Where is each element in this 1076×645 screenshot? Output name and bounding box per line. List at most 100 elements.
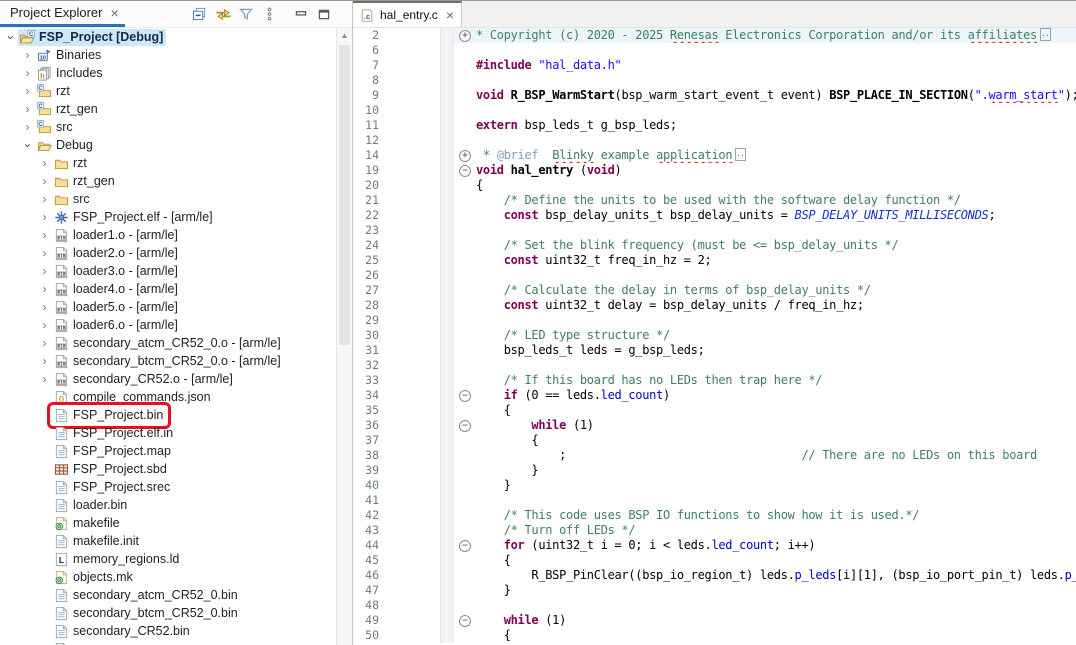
code-text[interactable] [476,73,1076,88]
code-text[interactable]: } [476,583,1076,598]
code-text[interactable] [476,103,1076,118]
filter-icon[interactable] [236,4,256,24]
code-line[interactable]: 29 [353,313,1076,328]
code-line[interactable]: 19−void hal_entry (void) [353,163,1076,178]
tree-item-loader2-o-arm-le[interactable]: ›010loader2.o - [arm/le] [0,244,336,262]
fold-collapse-icon[interactable]: − [459,165,471,177]
code-text[interactable]: { [476,403,1076,418]
tree-item-fsp-project-debug[interactable]: ›CFSP_Project [Debug] [0,28,336,46]
code-text[interactable]: const bsp_delay_units_t bsp_delay_units … [476,208,1076,223]
folded-region-icon[interactable] [735,148,746,161]
tree-item-loader4-o-arm-le[interactable]: ›010loader4.o - [arm/le] [0,280,336,298]
code-line[interactable]: 46 R_BSP_PinClear((bsp_io_region_t) leds… [353,568,1076,583]
tree-item-rzt[interactable]: ›Crzt [0,82,336,100]
tree-item-fsp-project-srec[interactable]: FSP_Project.srec [0,478,336,496]
code-line[interactable]: 2+* Copyright (c) 2020 - 2025 Renesas El… [353,28,1076,43]
code-line[interactable]: 34− if (0 == leds.led_count) [353,388,1076,403]
expand-arrow-icon[interactable]: › [37,336,52,351]
expand-arrow-icon[interactable]: › [37,210,52,225]
tree-item-makefile-init[interactable]: makefile.init [0,532,336,550]
code-line[interactable]: 42 /* This code uses BSP IO functions to… [353,508,1076,523]
tree-item-binaries[interactable]: ›10Binaries [0,46,336,64]
code-text[interactable]: void R_BSP_WarmStart(bsp_warm_start_even… [476,88,1076,103]
code-line[interactable]: 6 [353,43,1076,58]
code-text[interactable]: { [476,628,1076,643]
fold-collapse-icon[interactable]: − [459,420,471,432]
code-line[interactable]: 41 [353,493,1076,508]
tree-item-secondary-btcm-cr52-0-o-arm-le[interactable]: ›010secondary_btcm_CR52_0.o - [arm/le] [0,352,336,370]
code-line[interactable]: 31 bsp_leds_t leds = g_bsp_leds; [353,343,1076,358]
code-line[interactable]: 33 /* If this board has no LEDs then tra… [353,373,1076,388]
code-text[interactable]: /* Turn off LEDs */ [476,523,1076,538]
code-text[interactable]: /* Calculate the delay in terms of bsp_d… [476,283,1076,298]
code-text[interactable]: /* This code uses BSP IO functions to sh… [476,508,1076,523]
code-text[interactable]: /* LED type structure */ [476,328,1076,343]
code-text[interactable]: /* Set the blink frequency (must be <= b… [476,238,1076,253]
code-line[interactable]: 23 [353,223,1076,238]
code-text[interactable]: while (1) [476,418,1076,433]
collapse-arrow-icon[interactable]: › [3,30,18,45]
expand-arrow-icon[interactable]: › [37,354,52,369]
expand-arrow-icon[interactable]: › [37,246,52,261]
code-line[interactable]: 37 { [353,433,1076,448]
code-text[interactable] [476,493,1076,508]
tree-item-fsp-project-bin[interactable]: FSP_Project.bin [0,406,336,424]
tree-item-loader3-o-arm-le[interactable]: ›010loader3.o - [arm/le] [0,262,336,280]
code-text[interactable] [476,598,1076,613]
expand-arrow-icon[interactable]: › [37,282,52,297]
tree-item-fsp-project-sbd[interactable]: FSP_Project.sbd [0,460,336,478]
code-line[interactable]: 50 { [353,628,1076,643]
code-text[interactable]: /* Define the units to be used with the … [476,193,1076,208]
tree-item-memory-regions-ld[interactable]: Lmemory_regions.ld [0,550,336,568]
tree-item-src[interactable]: ›Csrc [0,118,336,136]
code-text[interactable]: ; // There are no LEDs on this board [476,448,1076,463]
expand-arrow-icon[interactable]: › [20,84,35,99]
code-text[interactable] [476,313,1076,328]
tree-item-loader1-o-arm-le[interactable]: ›010loader1.o - [arm/le] [0,226,336,244]
tree-item-secondary-btcm-cr52-0-bin[interactable]: secondary_btcm_CR52_0.bin [0,604,336,622]
code-line[interactable]: 26 [353,268,1076,283]
scrollbar-up-icon[interactable]: ▲ [337,28,352,43]
tree-item-loader-bin[interactable]: loader.bin [0,496,336,514]
tab-project-explorer[interactable]: Project Explorer × [0,1,125,27]
code-editor[interactable]: 2+* Copyright (c) 2020 - 2025 Renesas El… [353,28,1076,645]
link-with-editor-icon[interactable] [213,4,233,24]
code-text[interactable]: for (uint32_t i = 0; i < leds.led_count;… [476,538,1076,553]
code-line[interactable]: 30 /* LED type structure */ [353,328,1076,343]
code-text[interactable] [476,268,1076,283]
expand-arrow-icon[interactable]: › [20,48,35,63]
code-text[interactable] [476,133,1076,148]
code-text[interactable]: * @brief Blinky example application [476,148,1076,163]
code-text[interactable]: void hal_entry (void) [476,163,1076,178]
fold-collapse-icon[interactable]: − [459,615,471,627]
code-line[interactable]: 47 } [353,583,1076,598]
tree-item-rzt-gen[interactable]: ›Crzt_gen [0,100,336,118]
tree-item-item[interactable] [0,640,336,645]
code-line[interactable]: 21 /* Define the units to be used with t… [353,193,1076,208]
tree-item-rzt-gen[interactable]: ›rzt_gen [0,172,336,190]
code-text[interactable]: extern bsp_leds_t g_bsp_leds; [476,118,1076,133]
code-line[interactable]: 43 /* Turn off LEDs */ [353,523,1076,538]
scrollbar-thumb[interactable] [339,45,350,345]
code-line[interactable]: 24 /* Set the blink frequency (must be <… [353,238,1076,253]
close-icon[interactable]: × [110,6,118,20]
code-line[interactable]: 22 const bsp_delay_units_t bsp_delay_uni… [353,208,1076,223]
code-text[interactable]: if (0 == leds.led_count) [476,388,1076,403]
code-line[interactable]: 20{ [353,178,1076,193]
code-line[interactable]: 14+ * @brief Blinky example application [353,148,1076,163]
collapse-arrow-icon[interactable]: › [20,138,35,153]
code-text[interactable]: { [476,178,1076,193]
code-line[interactable]: 11extern bsp_leds_t g_bsp_leds; [353,118,1076,133]
tree-item-fsp-project-elf-in[interactable]: FSP_Project.elf.in [0,424,336,442]
code-line[interactable]: 48 [353,598,1076,613]
tree-item-includes[interactable]: ›hIncludes [0,64,336,82]
close-icon[interactable]: × [446,8,454,22]
tree-item-secondary-atcm-cr52-0-bin[interactable]: secondary_atcm_CR52_0.bin [0,586,336,604]
code-line[interactable]: 35 { [353,403,1076,418]
code-line[interactable]: 49− while (1) [353,613,1076,628]
expand-arrow-icon[interactable]: › [37,174,52,189]
code-line[interactable]: 36− while (1) [353,418,1076,433]
expand-arrow-icon[interactable]: › [20,66,35,81]
code-text[interactable] [476,223,1076,238]
expand-arrow-icon[interactable]: › [37,228,52,243]
